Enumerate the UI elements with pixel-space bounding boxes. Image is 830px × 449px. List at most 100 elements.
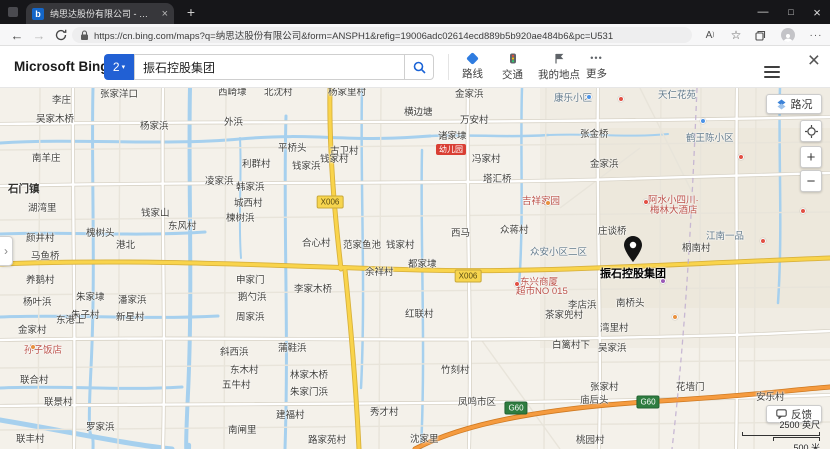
map-label: 李店浜 (568, 301, 597, 311)
favorites-star-icon[interactable]: ☆ (726, 26, 746, 44)
menu-hamburger-icon[interactable] (764, 66, 780, 78)
map-label: 平桥头 (278, 144, 307, 154)
road-badge: X006 (455, 270, 482, 283)
poi-marker[interactable] (672, 314, 678, 320)
map-label: 合心村 (302, 239, 331, 249)
map-label: 超市NO 015 (516, 287, 568, 297)
tab-my-places[interactable]: 我的地点 (532, 46, 586, 88)
search-button[interactable] (404, 54, 434, 80)
location-pin[interactable] (624, 236, 642, 262)
map-label: 张家村 (590, 383, 619, 393)
tab-close-icon[interactable]: × (162, 8, 168, 20)
map-label: 新星村 (116, 313, 145, 323)
map-label: 杨叶浜 (23, 298, 52, 308)
map-label: 张家洋口 (100, 90, 138, 100)
map-label: 湖湾里 (28, 204, 57, 214)
poi-marker[interactable] (514, 281, 520, 287)
map-label: 周家浜 (236, 313, 265, 323)
poi-marker[interactable] (700, 118, 706, 124)
collections-icon[interactable] (750, 26, 770, 44)
search-input[interactable] (134, 54, 404, 80)
window-minimize-button[interactable]: — (750, 0, 776, 24)
maps-close-icon[interactable]: × (808, 48, 820, 74)
map-label: 养鹅村 (26, 276, 55, 286)
map-label: 天仁花苑 (658, 91, 696, 101)
address-bar[interactable]: https://cn.bing.com/maps?q=纳思达股份有限公司&for… (72, 27, 692, 43)
poi-marker[interactable] (30, 344, 36, 350)
map-canvas[interactable]: 李庄张家洋口西崎埭北沈村杨家里村金家浜康乐小区天仁花苑吴家木桥杨家浜外浜横边塘万… (0, 88, 830, 449)
map-label: 白篱村下 (552, 341, 590, 351)
map-label: 北沈村 (264, 88, 293, 98)
poi-marker[interactable] (643, 199, 649, 205)
map-scale: 2500 英尺 500 米 (716, 418, 820, 449)
scale-imperial-bar (742, 432, 820, 436)
map-label: 蒲鞋浜 (278, 344, 307, 354)
browser-window: b 纳思达股份有限公司 - 搜索 × + — □ × ← → https://c… (0, 0, 830, 449)
layers-icon (776, 99, 787, 110)
map-label: 南闸里 (228, 426, 257, 436)
zoom-in-button[interactable]: + (800, 146, 822, 168)
map-label: 吉祥家园 (522, 197, 560, 207)
tab-title: 纳思达股份有限公司 - 搜索 (50, 7, 156, 20)
search-icon (413, 61, 426, 74)
poi-marker[interactable] (738, 154, 744, 160)
poi-marker[interactable] (760, 238, 766, 244)
locate-me-button[interactable] (800, 120, 822, 142)
bing-logo[interactable]: Microsoft Bing (14, 59, 109, 74)
poi-marker[interactable] (586, 94, 592, 100)
poi-marker[interactable] (545, 200, 551, 206)
map-label: 横边塘 (404, 108, 433, 118)
road-badge: G60 (636, 396, 659, 409)
map-label: 余祥村 (365, 268, 394, 278)
map-label: 塔汇桥 (483, 175, 512, 185)
map-label: 韩家浜 (236, 183, 265, 193)
map-label: 联景村 (44, 398, 73, 408)
map-label: 潘家浜 (118, 296, 147, 306)
refresh-icon[interactable] (52, 26, 70, 44)
map-label: 凤鸣市区 (458, 398, 496, 408)
tab-more[interactable]: ••• 更多 (580, 46, 613, 88)
map-label: 金家浜 (455, 90, 484, 100)
traffic-light-icon (509, 53, 517, 64)
settings-more-icon[interactable]: ··· (806, 26, 826, 44)
map-label: 申家门 (236, 276, 265, 286)
map-label: 安乐村 (756, 393, 785, 403)
window-maximize-button[interactable]: □ (778, 0, 804, 24)
back-icon[interactable]: ← (8, 26, 26, 44)
profile-avatar[interactable] (778, 26, 798, 44)
scale-imperial-label: 2500 英尺 (716, 418, 820, 431)
map-label: 万安村 (460, 116, 489, 126)
forward-icon[interactable]: → (30, 26, 48, 44)
map-label: 楝树浜 (226, 214, 255, 224)
map-label: 凌家浜 (205, 177, 234, 187)
map-label: 竹刻村 (441, 366, 470, 376)
map-label: 钱家浜 (292, 162, 321, 172)
traffic-toggle-button[interactable]: 路况 (766, 94, 822, 114)
road-badge: G60 (504, 402, 527, 415)
new-tab-button[interactable]: + (182, 3, 200, 21)
map-label: 南羊庄 (32, 154, 61, 164)
map-label: 众安小区二区 (530, 248, 587, 258)
lock-icon (80, 30, 89, 41)
browser-tab[interactable]: b 纳思达股份有限公司 - 搜索 × (26, 3, 174, 24)
tab-traffic[interactable]: 交通 (496, 46, 529, 88)
panel-expand-button[interactable]: › (0, 236, 13, 266)
poi-marker[interactable] (618, 96, 624, 102)
map-label: 港北 (116, 241, 135, 251)
map-label: 鹅勺浜 (238, 293, 267, 303)
window-close-button[interactable]: × (804, 0, 830, 24)
map-label: 朱家门浜 (290, 388, 328, 398)
map-label: 外浜 (224, 118, 243, 128)
map-label: 吴家浜 (598, 344, 627, 354)
map-label: 花墙门 (676, 383, 705, 393)
zoom-out-button[interactable]: − (800, 170, 822, 192)
map-label: 五牛村 (222, 381, 251, 391)
map-label: 颜井村 (26, 234, 55, 244)
search-scope-dropdown[interactable]: 2▾ (104, 54, 134, 80)
map-label: 吴家木桥 (36, 115, 74, 125)
map-label: 朱家埭 (76, 293, 105, 303)
workspace-icon[interactable] (8, 7, 18, 17)
poi-marker[interactable] (800, 208, 806, 214)
tab-directions[interactable]: 路线 (456, 46, 489, 88)
read-aloud-icon[interactable]: A) (700, 26, 720, 44)
